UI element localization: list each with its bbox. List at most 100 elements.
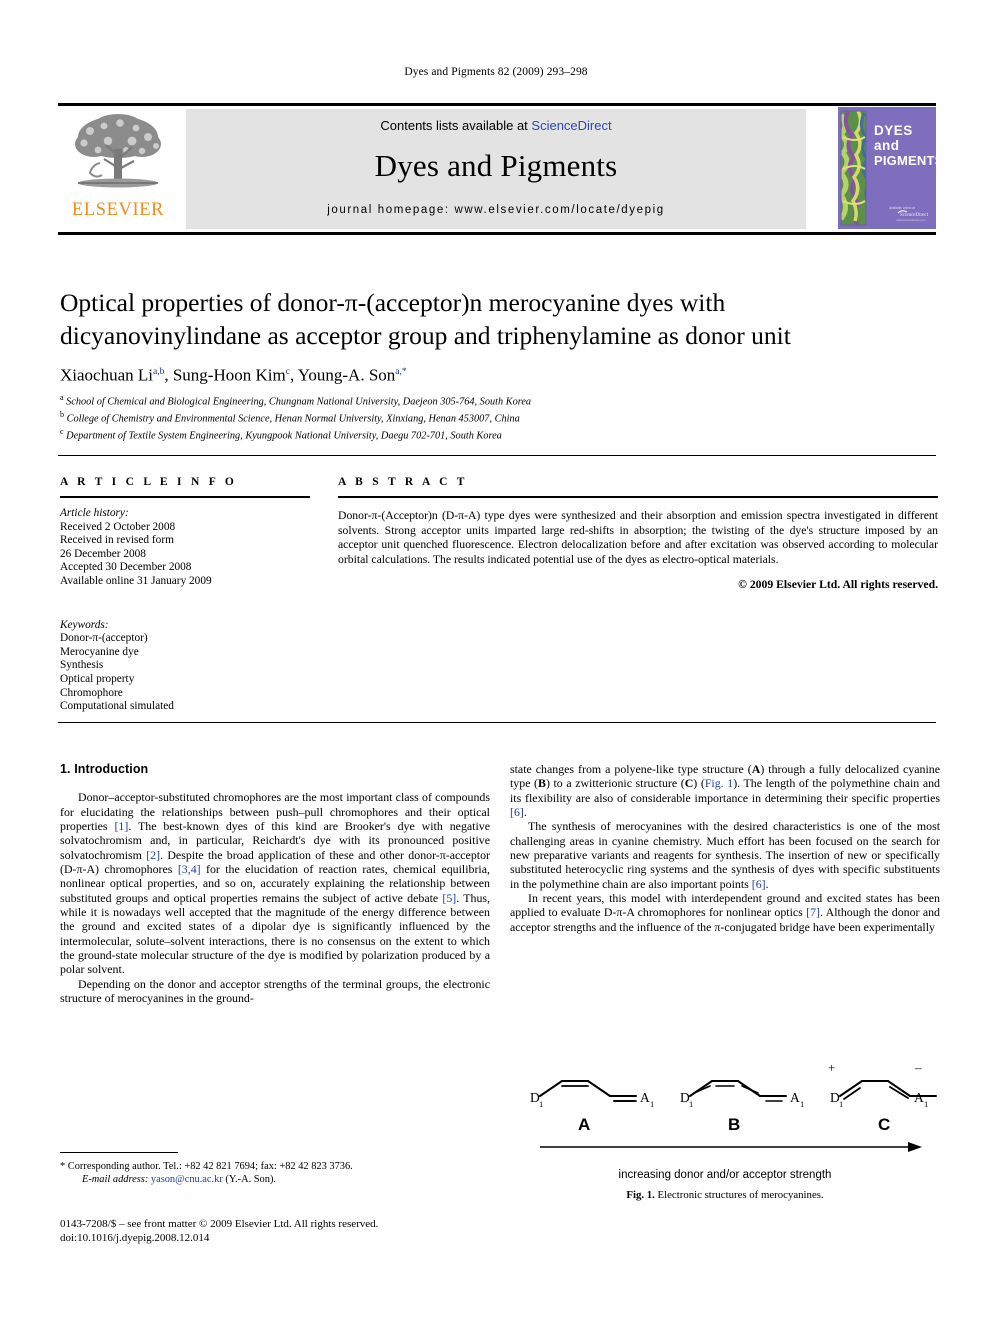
- sciencedirect-link[interactable]: ScienceDirect: [531, 118, 611, 133]
- journal-cover-icon: DYES and PIGMENTS Available online at Sc…: [838, 107, 936, 229]
- affiliation-item: b College of Chemistry and Environmental…: [60, 410, 520, 425]
- elsevier-wordmark: ELSEVIER: [71, 200, 165, 220]
- article-history-label: Article history:: [60, 507, 129, 519]
- band-rule-top: [58, 455, 936, 456]
- elsevier-tree-icon: [75, 114, 161, 188]
- affiliation-item: a School of Chemical and Biological Engi…: [60, 393, 532, 408]
- title-line-2: dicyanovinylindane as acceptor group and…: [60, 321, 791, 350]
- paragraph: In recent years, this model with interde…: [510, 891, 940, 934]
- journal-masthead: ELSEVIER Contents lists available at Sci…: [58, 103, 936, 235]
- svg-text:PIGMENTS: PIGMENTS: [874, 153, 936, 168]
- paragraph: Donor–acceptor-substituted chromophores …: [60, 790, 490, 977]
- doi-line[interactable]: doi:10.1016/j.dyepig.2008.12.014: [60, 1232, 500, 1246]
- issn-copyright-line: 0143-7208/$ – see front matter © 2009 El…: [60, 1218, 379, 1230]
- increasing-strength-arrow: [540, 1142, 922, 1152]
- abstract-heading: A B S T R A C T: [338, 476, 468, 488]
- structure-c-acceptor-sub: 1: [924, 1099, 928, 1109]
- structure-c-acceptor-label: A: [914, 1090, 924, 1105]
- paper-page: Dyes and Pigments 82 (2009) 293–298 ELSE…: [0, 0, 992, 1323]
- history-item: 26 December 2008: [60, 547, 146, 560]
- structure-c-plus-sign: +: [828, 1060, 835, 1075]
- paragraph: The synthesis of merocyanines with the d…: [510, 819, 940, 891]
- svg-text:www.sciencedirect.com: www.sciencedirect.com: [896, 218, 926, 222]
- history-item: Available online 31 January 2009: [60, 574, 212, 587]
- keyword-item: Synthesis: [60, 659, 104, 672]
- contents-prefix: Contents lists available at: [380, 118, 532, 133]
- journal-title: Dyes and Pigments: [374, 148, 618, 183]
- figure-ref[interactable]: Fig. 1: [705, 776, 733, 790]
- keyword-item: Optical property: [60, 672, 135, 685]
- journal-cover-thumbnail: DYES and PIGMENTS Available online at Sc…: [838, 107, 936, 229]
- citation-ref[interactable]: [2]: [146, 848, 160, 862]
- front-matter-notice: 0143-7208/$ – see front matter © 2009 El…: [60, 1218, 500, 1245]
- citation-ref[interactable]: [6]: [752, 877, 766, 891]
- keyword-item: Computational simulated: [60, 700, 174, 713]
- figure-caption-text: Electronic structures of merocyanines.: [657, 1189, 824, 1201]
- affiliation-list: a School of Chemical and Biological Engi…: [60, 392, 940, 443]
- figure-caption: Fig. 1. Electronic structures of merocya…: [510, 1189, 940, 1201]
- article-info-underline: [60, 496, 310, 498]
- body-column-left: 1. Introduction Donor–acceptor-substitut…: [60, 762, 490, 1006]
- author-affil-marker: a,*: [395, 367, 407, 377]
- structure-a-acceptor-sub: 1: [650, 1099, 654, 1109]
- elsevier-logo: ELSEVIER: [58, 109, 178, 229]
- figure-caption-prefix: Fig. 1.: [626, 1189, 655, 1201]
- running-head: Dyes and Pigments 82 (2009) 293–298: [404, 66, 588, 78]
- history-item: Received in revised form: [60, 534, 174, 547]
- section-heading-introduction: 1. Introduction: [60, 762, 149, 776]
- keyword-item: Chromophore: [60, 686, 123, 699]
- article-info-column: A R T I C L E I N F O Article history: R…: [60, 476, 310, 714]
- keyword-list: Keywords: Donor-π-(acceptor) Merocyanine…: [60, 619, 310, 714]
- author-affil-marker: c: [285, 367, 290, 377]
- masthead-rule-top: [58, 103, 936, 106]
- author-affil-marker: a,b: [153, 367, 165, 377]
- structure-label-c: C: [878, 1115, 890, 1134]
- arrow-caption: increasing donor and/or acceptor strengt…: [618, 1169, 832, 1181]
- citation-ref[interactable]: [6]: [510, 805, 524, 819]
- masthead-rule-bottom: [58, 232, 936, 235]
- contents-available-line: Contents lists available at ScienceDirec…: [186, 109, 806, 133]
- svg-text:Available online at: Available online at: [889, 206, 915, 210]
- journal-homepage-line[interactable]: journal homepage: www.elsevier.com/locat…: [186, 204, 806, 216]
- structure-c-minus-sign: –: [914, 1060, 922, 1075]
- keywords-label: Keywords:: [60, 618, 109, 631]
- keyword-item: Merocyanine dye: [60, 645, 139, 658]
- email-label: E-mail address:: [82, 1174, 149, 1186]
- affiliation-item: c Department of Textile System Engineeri…: [60, 427, 502, 442]
- corresponding-author-footnote: * Corresponding author. Tel.: +82 42 821…: [60, 1152, 490, 1186]
- citation-ref[interactable]: [5]: [442, 891, 456, 905]
- journal-banner: Contents lists available at ScienceDirec…: [186, 109, 806, 229]
- article-info-heading: A R T I C L E I N F O: [60, 476, 238, 488]
- svg-text:and: and: [874, 138, 900, 153]
- figure-1: D 1 A 1 A D 1 A 1 B + – D 1 A 1 C increa…: [510, 1048, 940, 1201]
- structure-label-b: B: [728, 1115, 740, 1134]
- history-item: Accepted 30 December 2008: [60, 561, 192, 574]
- structure-a-donor-sub: 1: [539, 1099, 543, 1109]
- keyword-item: Donor-π-(acceptor): [60, 632, 148, 645]
- body-column-right: state changes from a polyene-like type s…: [510, 762, 940, 934]
- citation-ref[interactable]: [1]: [114, 819, 128, 833]
- history-item: Received 2 October 2008: [60, 520, 176, 533]
- band-rule-bottom: [58, 722, 936, 723]
- merocyanine-structures-diagram: D 1 A 1 A D 1 A 1 B + – D 1 A 1 C: [530, 1060, 937, 1152]
- paragraph: Depending on the donor and acceptor stre…: [60, 976, 490, 1006]
- abstract-underline: [338, 496, 938, 498]
- structure-b-acceptor-label: A: [790, 1090, 800, 1105]
- structure-c-donor-sub: 1: [839, 1099, 843, 1109]
- abstract-copyright: © 2009 Elsevier Ltd. All rights reserved…: [738, 578, 938, 592]
- email-link[interactable]: yason@cnu.ac.kr: [151, 1174, 223, 1185]
- footnote-rule: [60, 1152, 178, 1153]
- footnote-email-line: E-mail address: yason@cnu.ac.kr (Y.-A. S…: [60, 1173, 490, 1186]
- page-title: Optical properties of donor-π-(acceptor)…: [60, 286, 940, 352]
- email-owner: (Y.-A. Son).: [225, 1174, 276, 1186]
- title-line-1: Optical properties of donor-π-(acceptor)…: [60, 288, 726, 317]
- article-history: Article history: Received 2 October 2008…: [60, 507, 310, 589]
- svg-text:DYES: DYES: [874, 123, 913, 138]
- structure-b-donor-sub: 1: [689, 1099, 693, 1109]
- citation-ref[interactable]: [3,4]: [178, 862, 201, 876]
- abstract-column: A B S T R A C T Donor-π-(Acceptor)n (D-π…: [338, 476, 938, 591]
- citation-ref[interactable]: [7]: [806, 905, 820, 919]
- structure-label-a: A: [578, 1115, 590, 1134]
- footnote-corresponding: * Corresponding author. Tel.: +82 42 821…: [60, 1161, 353, 1172]
- structure-b-acceptor-sub: 1: [800, 1099, 804, 1109]
